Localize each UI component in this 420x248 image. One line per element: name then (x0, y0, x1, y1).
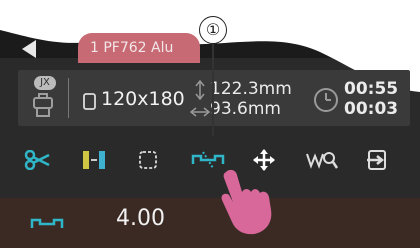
pointer-hand-icon (221, 169, 272, 235)
time-remaining: 00:03 (344, 99, 399, 119)
frame-icon[interactable] (128, 140, 168, 180)
back-arrow-icon[interactable] (22, 40, 36, 58)
model-badge: JX (34, 76, 56, 90)
material-tab[interactable]: 1 PF762 Alu (78, 33, 200, 63)
callout-marker: ① (199, 16, 227, 44)
time-elapsed: 00:55 (344, 79, 399, 99)
printer-icon (33, 93, 53, 117)
scissors-icon[interactable] (18, 140, 58, 180)
clock-icon (314, 88, 338, 112)
align-icon[interactable] (74, 140, 114, 180)
callout-line (212, 44, 214, 136)
info-divider (68, 78, 69, 118)
parameter-value[interactable]: 4.00 (116, 206, 165, 231)
paper-size-text: 120x180 (101, 88, 185, 110)
import-icon[interactable] (358, 140, 398, 180)
cut-jumper-icon (30, 218, 64, 228)
dimension-height: 122.3mm (210, 79, 292, 99)
weld-search-icon[interactable] (302, 140, 342, 180)
dimension-arrows-icon (190, 80, 210, 117)
dimension-width: 93.6mm (210, 99, 281, 119)
page-icon (83, 93, 96, 110)
